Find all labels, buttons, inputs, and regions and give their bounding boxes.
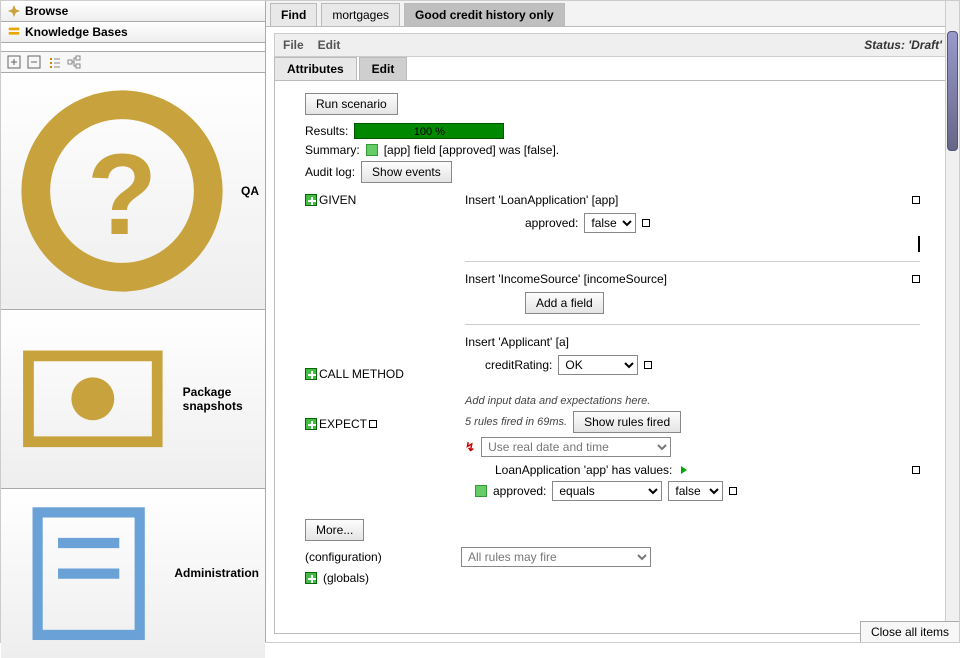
admin-icon [7, 492, 170, 655]
tab-find[interactable]: Find [270, 3, 317, 26]
snapshots-label: Package snapshots [183, 385, 259, 413]
summary-text: [app] field [approved] was [false]. [384, 143, 559, 157]
field-config-icon[interactable] [644, 361, 652, 369]
editor-frame: Run scenario Results: 100 % Summary: [ap… [274, 81, 951, 634]
hierarchy-icon[interactable] [67, 55, 81, 69]
svg-text:?: ? [87, 131, 157, 259]
main-panel: Find mortgages Good credit history only … [266, 1, 959, 642]
given-insert-loanapp: Insert 'LoanApplication' [app] approved:… [465, 189, 920, 262]
tab-scenario[interactable]: Good credit history only [404, 3, 565, 26]
approved-label: approved: [525, 216, 578, 230]
expect-operator-select[interactable]: equals [552, 481, 662, 501]
expect-square-icon[interactable] [369, 420, 377, 428]
field-config-icon[interactable] [729, 487, 737, 495]
insert-applicant-head: Insert 'Applicant' [a] [465, 335, 569, 349]
sidebar-tree: Create New ▶ − Packages [1, 43, 265, 51]
scrollbar-thumb[interactable] [947, 31, 958, 151]
editor-menubar: File Edit Status: 'Draft' [274, 33, 951, 57]
given-insert-applicant: Insert 'Applicant' [a] creditRating: OK [465, 331, 920, 385]
field-config-icon[interactable] [642, 219, 650, 227]
top-tabs: Find mortgages Good credit history only [266, 1, 959, 27]
sidebar-toolbar [1, 51, 265, 72]
given-insert-incomesource: Insert 'IncomeSource' [incomeSource] Add… [465, 268, 920, 325]
add-field-button[interactable]: Add a field [525, 292, 604, 314]
expand-icon[interactable] [7, 55, 21, 69]
editor-subtabs: Attributes Edit [274, 57, 951, 81]
show-events-button[interactable]: Show events [361, 161, 452, 183]
admin-label: Administration [174, 566, 259, 580]
close-all-items[interactable]: Close all items [860, 621, 959, 642]
vertical-scrollbar[interactable] [945, 1, 959, 642]
menu-file[interactable]: File [283, 38, 304, 52]
step-call: CALL METHOD [305, 367, 465, 381]
expect-field-label: approved: [493, 484, 546, 498]
subtab-attributes[interactable]: Attributes [274, 57, 357, 80]
audit-label: Audit log: [305, 165, 355, 179]
configuration-select[interactable]: All rules may fire [461, 547, 651, 567]
browse-label: Browse [25, 4, 68, 18]
more-button[interactable]: More... [305, 519, 364, 541]
qa-icon: ? [7, 76, 237, 306]
step-expect: EXPECT [305, 417, 465, 431]
sidebar-heading-kb[interactable]: Knowledge Bases [1, 22, 265, 43]
expect-value-select[interactable]: false [668, 481, 723, 501]
show-rules-fired-button[interactable]: Show rules fired [573, 411, 681, 433]
block-config-icon[interactable] [912, 275, 920, 283]
sidebar-heading-snapshots[interactable]: Package snapshots [1, 309, 265, 488]
list-icon[interactable] [47, 55, 61, 69]
expect-label: EXPECT [319, 417, 367, 431]
kb-label: Knowledge Bases [25, 25, 128, 39]
summary-icon [366, 144, 378, 156]
block-end-icon[interactable] [918, 236, 920, 252]
plus-icon[interactable] [305, 572, 317, 584]
sidebar: Browse Knowledge Bases Create New ▶ − Pa… [1, 1, 266, 642]
results-progress: 100 % [354, 123, 504, 139]
globals-label: (globals) [323, 571, 369, 585]
run-scenario-button[interactable]: Run scenario [305, 93, 398, 115]
sidebar-heading-browse[interactable]: Browse [1, 1, 265, 22]
configuration-label: (configuration) [305, 550, 455, 564]
collapse-icon[interactable] [27, 55, 41, 69]
play-icon [681, 466, 687, 474]
results-label: Results: [305, 124, 348, 138]
call-label: CALL METHOD [319, 367, 404, 381]
given-label: GIVEN [319, 193, 356, 207]
snapshots-icon [7, 313, 179, 485]
menu-edit[interactable]: Edit [318, 38, 341, 52]
sidebar-heading-admin[interactable]: Administration [1, 488, 265, 658]
plus-icon[interactable] [305, 194, 317, 206]
compass-icon [7, 4, 21, 18]
sidebar-heading-qa[interactable]: ? QA [1, 72, 265, 309]
field-status-icon [475, 485, 487, 497]
qa-label: QA [241, 184, 259, 198]
creditrating-select[interactable]: OK [558, 355, 638, 375]
insert-loanapp-head: Insert 'LoanApplication' [app] [465, 193, 618, 207]
block-config-icon[interactable] [912, 466, 920, 474]
plus-icon[interactable] [305, 368, 317, 380]
summary-label: Summary: [305, 143, 360, 157]
insert-incomesource-head: Insert 'IncomeSource' [incomeSource] [465, 272, 667, 286]
plus-icon[interactable] [305, 418, 317, 430]
block-config-icon[interactable] [912, 196, 920, 204]
expect-hint: Add input data and expectations here. [465, 395, 920, 407]
date-mode-select[interactable]: Use real date and time [481, 437, 671, 457]
knowledge-icon [7, 25, 21, 39]
step-given: GIVEN [305, 193, 465, 207]
date-warning-icon: ↯ [465, 440, 475, 454]
rules-fired-text: 5 rules fired in 69ms. [465, 416, 567, 428]
approved-select[interactable]: false [584, 213, 636, 233]
subtab-edit[interactable]: Edit [359, 57, 408, 80]
has-values-label: LoanApplication 'app' has values: [495, 463, 672, 477]
creditrating-label: creditRating: [485, 358, 552, 372]
status-text: Status: 'Draft' [864, 38, 942, 52]
tab-mortgages[interactable]: mortgages [321, 3, 400, 26]
